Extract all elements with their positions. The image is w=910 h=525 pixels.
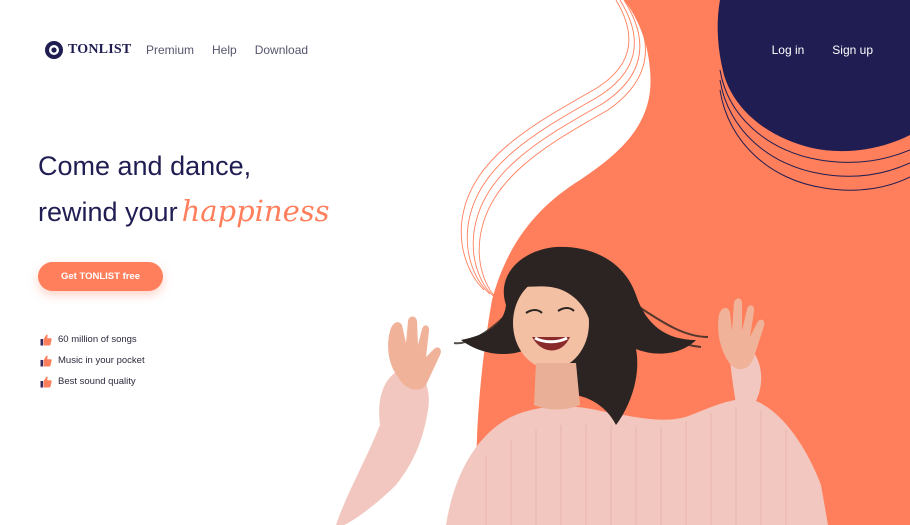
nav-link-help[interactable]: Help — [212, 43, 237, 57]
brand-name: TONLIST — [68, 42, 132, 57]
nav-link-premium[interactable]: Premium — [146, 43, 194, 57]
feature-list: 60 million of songs Music in your pocket… — [40, 329, 145, 392]
right-hand — [718, 298, 765, 370]
thumbs-up-icon — [40, 334, 52, 345]
auth-links: Log in Sign up — [772, 43, 873, 57]
vinyl-disc-icon — [45, 41, 63, 59]
feature-label: 60 million of songs — [58, 334, 137, 345]
feature-item: 60 million of songs — [40, 329, 145, 350]
dancing-woman-photo — [336, 246, 828, 525]
headline-line-1: Come and dance, — [38, 151, 252, 181]
nav-link-download[interactable]: Download — [255, 43, 308, 57]
thumbs-up-icon — [40, 376, 52, 387]
headline-line-2: rewind your — [38, 197, 178, 227]
hero-headline: Come and dance, rewind your happiness — [38, 144, 330, 235]
main-nav: Premium Help Download — [146, 43, 308, 57]
signup-link[interactable]: Sign up — [832, 43, 873, 57]
sweater — [446, 399, 828, 525]
brand-logo[interactable]: TONLIST — [44, 40, 131, 60]
landing-page: TONLIST Premium Help Download Log in Sig… — [0, 0, 910, 525]
get-tonlist-free-button[interactable]: Get TONLIST free — [38, 262, 163, 291]
feature-label: Best sound quality — [58, 376, 136, 387]
feature-item: Music in your pocket — [40, 350, 145, 371]
thumbs-up-icon — [40, 355, 52, 366]
feature-label: Music in your pocket — [58, 355, 145, 366]
left-arm — [336, 368, 429, 525]
navy-blob — [717, 0, 910, 152]
navy-contour-lines — [719, 69, 910, 191]
headline-accent: happiness — [181, 194, 330, 228]
feature-item: Best sound quality — [40, 371, 145, 392]
login-link[interactable]: Log in — [772, 43, 805, 57]
